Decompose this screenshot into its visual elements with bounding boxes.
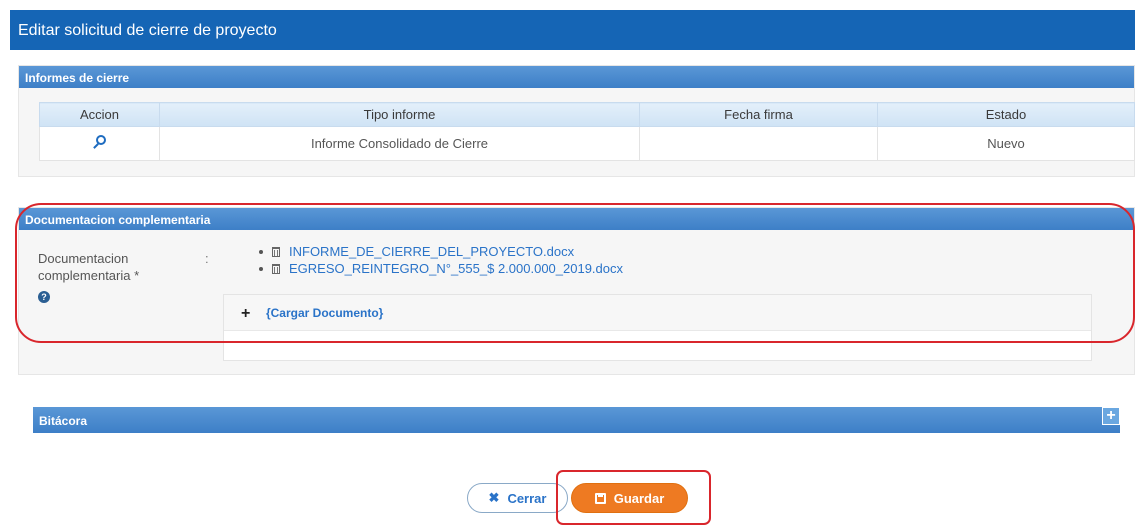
search-icon[interactable] <box>92 135 107 149</box>
list-item: INFORME_DE_CIERRE_DEL_PROYECTO.docx <box>259 243 623 260</box>
cell-tipo: Informe Consolidado de Cierre <box>159 126 640 161</box>
save-label: Guardar <box>613 490 665 506</box>
window-title: Editar solicitud de cierre de proyecto <box>10 10 1135 50</box>
bitacora-header[interactable]: Bitácora + <box>33 407 1120 433</box>
col-estado[interactable]: Estado <box>877 102 1135 127</box>
table-row: Informe Consolidado de Cierre Nuevo <box>39 126 1135 161</box>
col-fecha-firma[interactable]: Fecha firma <box>639 102 878 127</box>
floppy-disk-icon <box>594 492 606 504</box>
col-tipo-informe[interactable]: Tipo informe <box>159 102 640 127</box>
upload-document-link[interactable]: {Cargar Documento} <box>266 306 383 320</box>
upload-box: + {Cargar Documento} <box>223 294 1092 361</box>
informes-table: Accion Tipo informe Fecha firma Estado I… <box>39 102 1135 161</box>
informes-header: Informes de cierre <box>19 66 1134 88</box>
cell-accion <box>39 126 160 161</box>
file-list: INFORME_DE_CIERRE_DEL_PROYECTO.docx EGRE… <box>259 243 623 277</box>
cell-estado: Nuevo <box>877 126 1135 161</box>
plus-icon[interactable]: + <box>241 305 250 323</box>
question-circle-icon[interactable]: ? <box>38 291 50 303</box>
documentacion-panel: Documentacion complementaria Documentaci… <box>18 207 1135 375</box>
documentacion-header: Documentacion complementaria <box>19 208 1134 230</box>
expand-plus-icon[interactable]: + <box>1102 407 1120 425</box>
bullet <box>259 249 263 254</box>
save-button[interactable]: Guardar <box>571 483 688 513</box>
informes-panel: Informes de cierre Accion Tipo informe F… <box>18 65 1135 177</box>
close-button[interactable]: ✖ Cerrar <box>467 483 568 513</box>
col-accion[interactable]: Accion <box>39 102 160 127</box>
list-item: EGRESO_REINTEGRO_N°_555_$ 2.000.000_2019… <box>259 260 623 277</box>
cell-fecha <box>639 126 878 161</box>
trash-icon[interactable] <box>272 263 280 274</box>
x-icon: ✖ <box>488 490 500 505</box>
file-link[interactable]: INFORME_DE_CIERRE_DEL_PROYECTO.docx <box>289 244 574 259</box>
documentacion-label: Documentacion complementaria * <box>38 251 140 283</box>
upload-row[interactable]: + {Cargar Documento} <box>224 295 1091 331</box>
trash-icon[interactable] <box>272 246 280 257</box>
bullet <box>259 266 263 271</box>
bitacora-title: Bitácora <box>39 414 88 428</box>
file-link[interactable]: EGRESO_REINTEGRO_N°_555_$ 2.000.000_2019… <box>289 261 623 276</box>
close-label: Cerrar <box>507 490 547 506</box>
label-colon: : <box>205 251 209 266</box>
